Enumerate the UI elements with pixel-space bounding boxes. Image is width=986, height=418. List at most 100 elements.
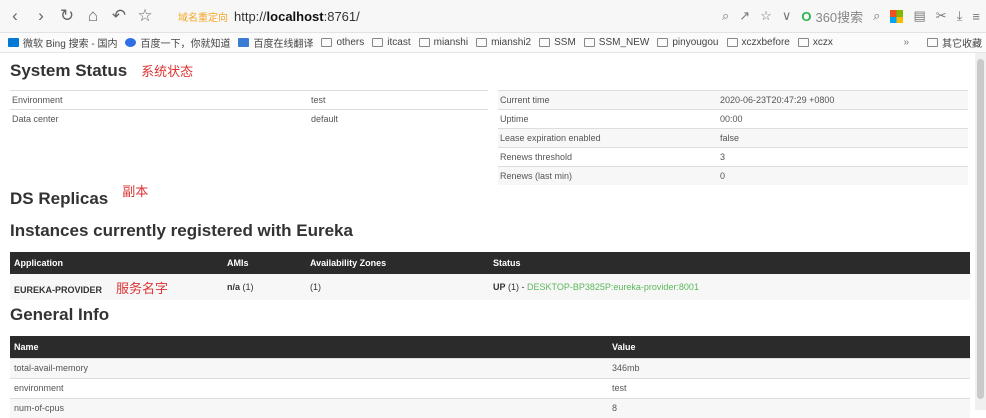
search-engine-box[interactable]: O 360搜索 bbox=[801, 7, 863, 26]
address-bar[interactable]: 域名重定向 http://localhost:8761/ bbox=[178, 9, 722, 24]
bookmark-label: 百度在线翻译 bbox=[253, 39, 314, 50]
table-row: Uptime 00:00 bbox=[498, 109, 968, 129]
folder-icon bbox=[321, 38, 333, 47]
menu-icon[interactable]: ≡ bbox=[972, 9, 980, 24]
table-row: Current time 2020-06-23T20:47:29 +0800 bbox=[498, 90, 968, 110]
column-header: Application bbox=[14, 258, 63, 268]
instances-table: Application AMIs Availability Zones Stat… bbox=[10, 252, 970, 300]
bookmark-item[interactable]: 百度一下，你就知道 bbox=[125, 35, 230, 50]
instances-heading: Instances currently registered with Eure… bbox=[10, 221, 353, 241]
status-count: (1) - bbox=[505, 282, 528, 292]
bookmark-folder[interactable]: xczx bbox=[797, 37, 833, 48]
bookmark-folder[interactable]: SSM_NEW bbox=[583, 37, 650, 48]
url-text[interactable]: http://localhost:8761/ bbox=[234, 9, 360, 24]
search-icon[interactable]: ⌕ bbox=[873, 8, 880, 24]
cell-value: 3 bbox=[718, 147, 968, 167]
cell-key: Data center bbox=[10, 109, 309, 128]
url-rest: :8761/ bbox=[323, 8, 360, 24]
cell-value: false bbox=[718, 128, 968, 148]
system-status-heading: System Status 系统状态 bbox=[10, 61, 193, 81]
url-prefix: http:// bbox=[234, 8, 267, 24]
back-icon[interactable]: ‹ bbox=[4, 6, 26, 26]
download-icon[interactable]: ⤓ bbox=[957, 8, 963, 24]
amis-cell: n/a (1) bbox=[223, 274, 306, 300]
cell-key: Lease expiration enabled bbox=[498, 128, 718, 148]
amis-count: (1) bbox=[240, 282, 254, 292]
bookmark-label: 其它收藏 bbox=[942, 39, 982, 50]
cell-value: 00:00 bbox=[718, 109, 968, 129]
other-bookmarks[interactable]: 其它收藏 bbox=[927, 35, 982, 50]
bookmark-label: pinyougou bbox=[672, 37, 719, 48]
cell-key: Current time bbox=[498, 90, 718, 110]
bookmark-folder[interactable]: itcast bbox=[372, 37, 411, 48]
cell-value: 0 bbox=[718, 166, 968, 185]
column-header: Status bbox=[493, 258, 521, 268]
bookmark-label: xczxbefore bbox=[741, 37, 790, 48]
section-title: Instances currently registered with Eure… bbox=[10, 221, 353, 240]
zones-cell: (1) bbox=[310, 282, 321, 292]
bookmarks-bar: 微软 Bing 搜索 - 国内 百度一下，你就知道 百度在线翻译 others … bbox=[0, 33, 986, 53]
bookmark-folder[interactable]: SSM bbox=[539, 37, 576, 48]
column-header: Availability Zones bbox=[310, 258, 387, 268]
home-icon[interactable]: ⌂ bbox=[82, 6, 104, 26]
cell-key: environment bbox=[10, 377, 608, 398]
folder-icon bbox=[476, 38, 488, 47]
scrollbar-thumb[interactable] bbox=[977, 59, 984, 399]
bookmark-label: 微软 Bing 搜索 - 国内 bbox=[23, 39, 118, 50]
zoom-icon[interactable]: ⌕ bbox=[722, 8, 729, 24]
cut-icon[interactable]: ✂ bbox=[936, 8, 947, 24]
handwritten-note: 副本 bbox=[122, 185, 149, 200]
table-row: Renews (last min) 0 bbox=[498, 166, 968, 185]
instance-link[interactable]: DESKTOP-BP3825P:eureka-provider:8001 bbox=[527, 282, 699, 292]
column-header: AMIs bbox=[227, 258, 249, 268]
table-row: Environment test bbox=[10, 90, 488, 110]
column-header: Value bbox=[612, 341, 636, 352]
dropdown-icon[interactable]: ∨ bbox=[782, 8, 792, 24]
cell-key: Environment bbox=[10, 90, 309, 110]
folder-icon bbox=[657, 38, 669, 47]
forward-icon[interactable]: › bbox=[30, 6, 52, 26]
status-badge: UP bbox=[493, 282, 506, 292]
baidu-icon bbox=[125, 38, 137, 47]
handwritten-note: 服务名字 bbox=[116, 281, 169, 297]
application-name: EUREKA-PROVIDER bbox=[14, 284, 103, 295]
apps-icon[interactable] bbox=[890, 9, 904, 23]
column-header: Name bbox=[14, 341, 39, 352]
folder-icon bbox=[372, 38, 384, 47]
translate-icon bbox=[238, 38, 250, 47]
bookmark-folder[interactable]: xczxbefore bbox=[726, 37, 790, 48]
handwritten-note: 系统状态 bbox=[141, 65, 194, 80]
page-title: System Status bbox=[10, 61, 128, 80]
bookmark-label: others bbox=[336, 37, 365, 48]
url-host: localhost bbox=[266, 8, 324, 24]
bookmark-label: SSM_NEW bbox=[598, 37, 650, 48]
redirect-tag: 域名重定向 bbox=[178, 12, 228, 24]
bookmark-folder[interactable]: mianshi bbox=[418, 37, 468, 48]
system-status-table-right: Current time 2020-06-23T20:47:29 +0800 Up… bbox=[498, 90, 968, 185]
star-icon[interactable]: ☆ bbox=[134, 6, 156, 26]
bookmarks-more-button[interactable]: » bbox=[903, 37, 909, 48]
table-row: environment test bbox=[10, 377, 970, 398]
folder-icon bbox=[927, 38, 938, 47]
folder-icon bbox=[797, 38, 809, 47]
bookmark-item[interactable]: 百度在线翻译 bbox=[238, 35, 313, 50]
bookmark-folder[interactable]: mianshi2 bbox=[476, 37, 531, 48]
cell-key: Uptime bbox=[498, 109, 718, 129]
bookmark-folder[interactable]: others bbox=[321, 37, 364, 48]
cell-value: test bbox=[608, 377, 970, 398]
cell-key: Renews (last min) bbox=[498, 166, 718, 185]
favorite-icon[interactable]: ☆ bbox=[760, 8, 772, 24]
cell-value: 8 bbox=[608, 397, 970, 418]
replicas-heading: DS Replicas 副本 bbox=[10, 185, 148, 209]
reload-icon[interactable]: ↻ bbox=[56, 6, 78, 26]
calculator-icon[interactable]: ▤ bbox=[913, 8, 925, 24]
bookmark-item[interactable]: 微软 Bing 搜索 - 国内 bbox=[8, 35, 117, 50]
browser-toolbar: ‹ › ↻ ⌂ ↶ ☆ 域名重定向 http://localhost:8761/… bbox=[0, 0, 986, 33]
amis-value: n/a bbox=[227, 282, 241, 292]
vertical-scrollbar[interactable] bbox=[975, 53, 986, 410]
share-icon[interactable]: ↗ bbox=[739, 8, 750, 24]
table-row: EUREKA-PROVIDER 服务名字 n/a (1) (1) UP (1) -… bbox=[10, 274, 970, 300]
undo-icon[interactable]: ↶ bbox=[108, 6, 130, 26]
search-engine-label: 360搜索 bbox=[815, 9, 864, 25]
bookmark-folder[interactable]: pinyougou bbox=[657, 37, 719, 48]
